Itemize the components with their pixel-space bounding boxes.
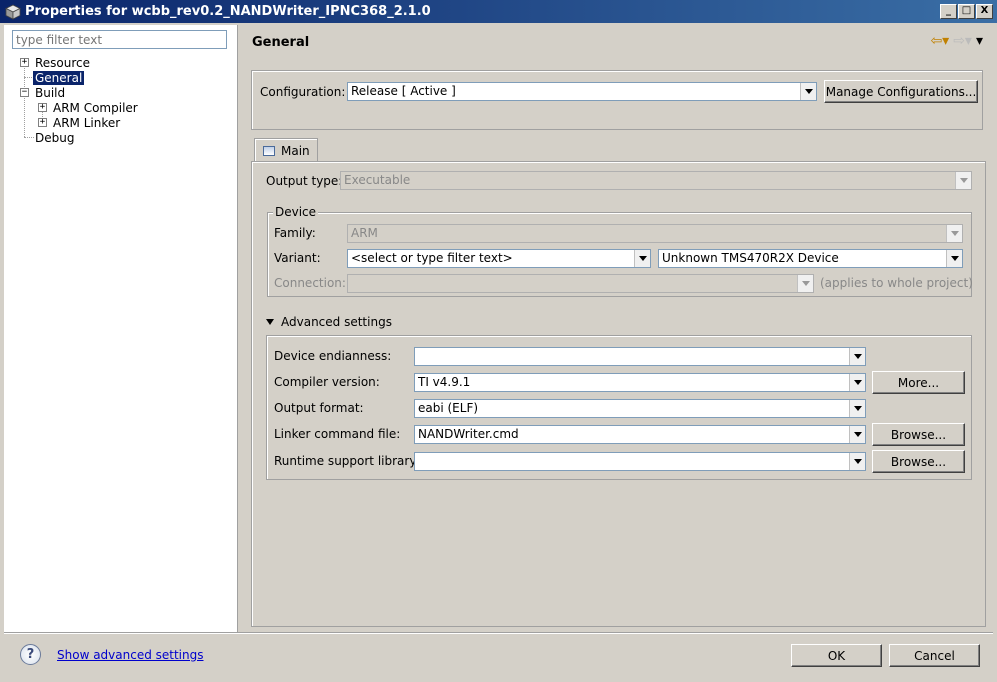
chevron-down-icon[interactable] (797, 275, 813, 292)
variant-filter-text: <select or type filter text> (351, 251, 513, 265)
more-button[interactable]: More... (872, 371, 965, 394)
chevron-down-icon[interactable] (634, 250, 650, 267)
tree-item-arm-linker[interactable]: + ARM Linker (38, 115, 122, 130)
chevron-down-icon[interactable] (955, 172, 971, 189)
tree-item-label: General (31, 69, 86, 86)
back-arrow-icon[interactable]: ⇦▾ (930, 33, 949, 49)
window-title: Properties for wcbb_rev0.2_NANDWriter_IP… (25, 4, 431, 19)
tab-label: Main (281, 143, 310, 158)
advanced-settings-toggle[interactable]: Advanced settings (266, 315, 392, 329)
connection-label: Connection: (274, 276, 346, 290)
output-format-value: eabi (ELF) (418, 401, 479, 415)
device-legend: Device (273, 205, 319, 219)
browse-linker-button[interactable]: Browse... (872, 423, 965, 446)
variant-filter-combo[interactable]: <select or type filter text> (347, 249, 651, 268)
footer-separator (4, 632, 993, 634)
tree-item-resource[interactable]: + Resource (20, 55, 92, 70)
tree-item-label: ARM Compiler (53, 100, 138, 115)
configuration-label: Configuration: (260, 85, 346, 99)
family-value: ARM (351, 226, 378, 240)
minimize-button[interactable]: _ (940, 4, 957, 19)
triangle-down-icon (266, 319, 274, 325)
tree-item-arm-compiler[interactable]: + ARM Compiler (38, 100, 140, 115)
show-advanced-settings-link[interactable]: Show advanced settings (57, 648, 204, 662)
browse-runtime-button[interactable]: Browse... (872, 450, 965, 473)
page-title: General (252, 35, 310, 50)
tree-filter-input[interactable] (12, 30, 227, 49)
tree-item-general[interactable]: General (31, 69, 86, 86)
tree-item-label: Resource (35, 55, 91, 70)
runtime-support-library-combo[interactable] (414, 452, 866, 471)
device-endianness-combo[interactable] (414, 347, 866, 366)
tree-item-debug[interactable]: Debug (33, 130, 76, 145)
collapse-icon[interactable]: − (20, 88, 29, 97)
family-label: Family: (274, 226, 316, 240)
ok-button[interactable]: OK (791, 644, 882, 667)
chevron-down-icon[interactable] (849, 400, 865, 417)
expand-icon[interactable]: + (38, 103, 47, 112)
advanced-settings-label: Advanced settings (281, 315, 392, 329)
output-type-value: Executable (344, 173, 411, 187)
linker-command-file-combo[interactable]: NANDWriter.cmd (414, 425, 866, 444)
title-bar[interactable]: Properties for wcbb_rev0.2_NANDWriter_IP… (0, 0, 997, 23)
variant-label: Variant: (274, 251, 321, 265)
connection-note: (applies to whole project) (820, 276, 973, 290)
tree-guide-line (24, 65, 25, 137)
tree-item-label: Debug (35, 130, 75, 145)
nav-toolbar: ⇦▾ ⇨▾ ▾ (930, 33, 983, 49)
expand-icon[interactable]: + (38, 118, 47, 127)
menu-icon[interactable]: ▾ (976, 33, 983, 49)
tab-main[interactable]: Main (254, 138, 318, 162)
chevron-down-icon[interactable] (849, 374, 865, 391)
maximize-button[interactable]: □ (958, 4, 975, 19)
manage-configurations-button[interactable]: Manage Configurations... (824, 80, 978, 103)
configuration-combo[interactable]: Release [ Active ] (347, 82, 817, 101)
tree-item-build[interactable]: − Build (20, 85, 67, 100)
forward-arrow-icon[interactable]: ⇨▾ (953, 33, 972, 49)
chevron-down-icon[interactable] (849, 348, 865, 365)
compiler-version-label: Compiler version: (274, 375, 380, 389)
family-combo[interactable]: ARM (347, 224, 963, 243)
variant-device-combo[interactable]: Unknown TMS470R2X Device (658, 249, 963, 268)
tab-icon (263, 145, 275, 156)
chevron-down-icon[interactable] (946, 225, 962, 242)
chevron-down-icon[interactable] (800, 83, 816, 100)
chevron-down-icon[interactable] (849, 426, 865, 443)
chevron-down-icon[interactable] (849, 453, 865, 470)
variant-device-value: Unknown TMS470R2X Device (662, 251, 839, 265)
properties-page: General ⇦▾ ⇨▾ ▾ Configuration: Release [… (240, 25, 997, 632)
output-format-label: Output format: (274, 401, 364, 415)
chevron-down-icon[interactable] (946, 250, 962, 267)
expand-icon[interactable]: + (20, 58, 29, 67)
close-button[interactable]: X (976, 4, 993, 19)
output-type-combo[interactable]: Executable (340, 171, 972, 190)
tree-item-label: ARM Linker (53, 115, 121, 130)
compiler-version-value: TI v4.9.1 (418, 375, 471, 389)
tree-item-label: Build (35, 85, 66, 100)
connection-combo[interactable] (347, 274, 814, 293)
output-format-combo[interactable]: eabi (ELF) (414, 399, 866, 418)
app-icon (5, 4, 21, 20)
output-type-label: Output type: (266, 174, 343, 188)
device-endianness-label: Device endianness: (274, 349, 392, 363)
linker-command-file-label: Linker command file: (274, 427, 401, 441)
linker-command-file-value: NANDWriter.cmd (418, 427, 519, 441)
cancel-button[interactable]: Cancel (889, 644, 980, 667)
compiler-version-combo[interactable]: TI v4.9.1 (414, 373, 866, 392)
configuration-value: Release [ Active ] (351, 84, 456, 98)
tree-panel: + Resource General − Build + ARM Compile… (4, 25, 238, 632)
help-icon[interactable]: ? (20, 644, 41, 665)
runtime-support-library-label: Runtime support library: (274, 454, 420, 468)
